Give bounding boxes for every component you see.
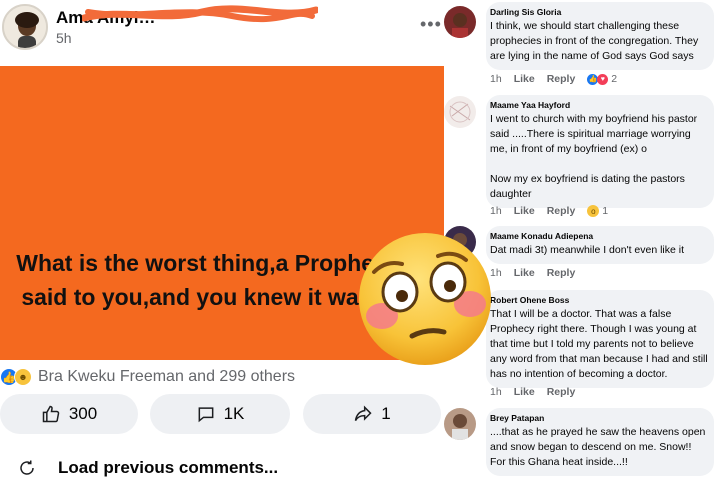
comment-bubble: Brey Patapan ....that as he prayed he sa… <box>486 408 714 476</box>
commenter-avatar[interactable] <box>444 6 476 38</box>
comment-bubble: Maame Konadu Adiepena Dat madi 3t) meanw… <box>486 226 714 264</box>
comment-meta: 1h Like Reply <box>490 385 575 399</box>
comment-meta: 1h Like Reply 👍 ♥ 2 <box>490 72 617 86</box>
comment-count: 1K <box>223 404 245 423</box>
commenter-avatar[interactable] <box>444 96 476 128</box>
wow-icon: o <box>587 205 600 217</box>
comment-text: ....that as he prayed he saw the heavens… <box>490 426 706 468</box>
comment-text: Dat madi 3t) meanwhile I don't even like… <box>490 244 685 256</box>
comment-icon <box>198 407 214 423</box>
reaction-count: 2 <box>611 73 618 85</box>
commenter-name[interactable]: Maame Yaa Hayford <box>490 100 710 110</box>
haha-icon: ☻ <box>14 368 32 386</box>
comment-reactions[interactable]: 👍 ♥ 2 <box>587 73 617 85</box>
comment-reactions[interactable]: o 1 <box>587 205 608 217</box>
like-count: 300 <box>68 404 98 423</box>
load-previous-comments[interactable]: Load previous comments... <box>18 458 278 477</box>
refresh-icon <box>20 460 34 475</box>
comment-button[interactable]: 1K <box>150 394 290 434</box>
more-horizontal-icon[interactable]: ••• <box>420 14 442 35</box>
commenter-avatar[interactable] <box>444 408 476 440</box>
comment-like-button[interactable]: Like <box>514 73 535 85</box>
comment-bubble: Maame Yaa Hayford I went to church with … <box>486 95 714 208</box>
comment-bubble: Darling Sis Gloria I think, we should st… <box>486 2 714 70</box>
redaction-scribble <box>82 5 318 23</box>
share-icon <box>355 405 372 422</box>
share-count: 1 <box>381 404 391 423</box>
comment-text: I went to church with my boyfriend his p… <box>490 113 698 200</box>
comment-reply-button[interactable]: Reply <box>547 386 576 398</box>
like-button[interactable]: 300 <box>0 394 138 434</box>
load-previous-label[interactable]: Load previous comments... <box>58 458 278 477</box>
comment-time[interactable]: 1h <box>490 73 502 85</box>
commenter-name[interactable]: Brey Patapan <box>490 413 710 423</box>
comment-bubble: Robert Ohene Boss That I will be a docto… <box>486 290 714 388</box>
post-timestamp[interactable]: 5h <box>56 30 72 46</box>
reaction-count: 1 <box>602 205 609 217</box>
comment-reply-button[interactable]: Reply <box>547 267 576 279</box>
comment-time[interactable]: 1h <box>490 386 502 398</box>
comment-reply-button[interactable]: Reply <box>547 205 576 217</box>
reactors-text[interactable]: Bra Kweku Freeman and 299 others <box>38 368 295 386</box>
commenter-name[interactable]: Maame Konadu Adiepena <box>490 231 710 241</box>
comment-meta: 1h Like Reply o 1 <box>490 204 608 218</box>
reaction-summary[interactable]: 👍 ☻ Bra Kweku Freeman and 299 others <box>0 366 295 388</box>
thumbs-up-icon <box>42 405 60 423</box>
author-avatar[interactable] <box>2 4 48 50</box>
comment-text: That I will be a doctor. That was a fals… <box>490 308 708 380</box>
comment-reply-button[interactable]: Reply <box>547 73 576 85</box>
commenter-name[interactable]: Darling Sis Gloria <box>490 7 710 17</box>
comment-meta: 1h Like Reply <box>490 266 575 280</box>
comment-like-button[interactable]: Like <box>514 205 535 217</box>
comment-like-button[interactable]: Like <box>514 267 535 279</box>
comment-time[interactable]: 1h <box>490 205 502 217</box>
flushed-face-emoji <box>359 233 491 365</box>
share-button[interactable]: 1 <box>303 394 441 434</box>
comment-like-button[interactable]: Like <box>514 386 535 398</box>
love-icon: ♥ <box>597 73 609 85</box>
commenter-name[interactable]: Robert Ohene Boss <box>490 295 710 305</box>
comment-text: I think, we should start challenging the… <box>490 20 699 62</box>
